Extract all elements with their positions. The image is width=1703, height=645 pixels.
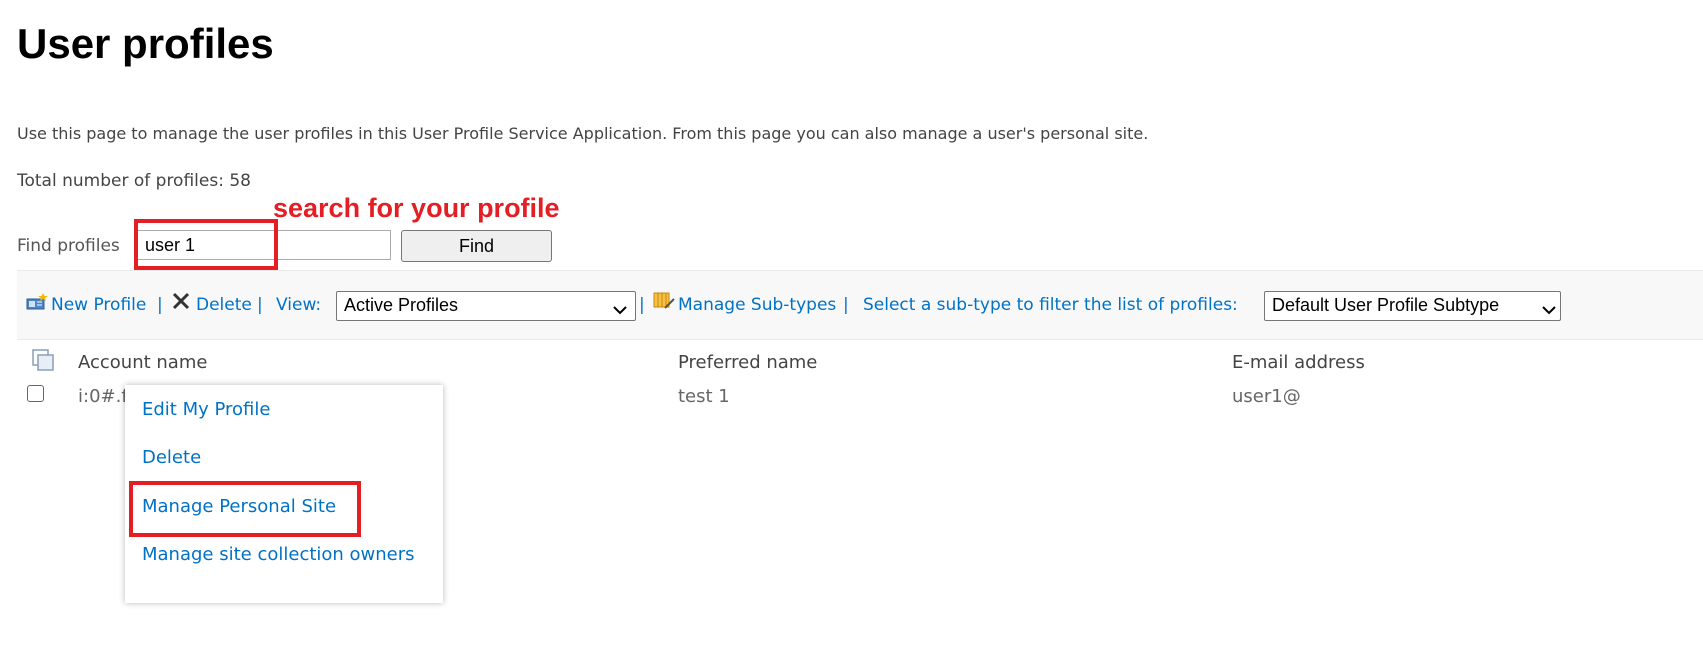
menu-item-manage-site-collection-owners[interactable]: Manage site collection owners [142, 543, 427, 567]
find-profiles-label: Find profiles [17, 236, 120, 256]
subtype-selected-value: Default User Profile Subtype [1272, 295, 1500, 315]
menu-item-edit-my-profile[interactable]: Edit My Profile [142, 398, 427, 422]
row-checkbox[interactable] [27, 385, 44, 402]
delete-link[interactable]: Delete [196, 295, 252, 315]
toolbar-separator: | [157, 295, 163, 315]
subtype-select[interactable]: Default User Profile Subtype [1264, 291, 1561, 321]
find-button[interactable]: Find [401, 230, 552, 262]
delete-x-icon[interactable] [171, 291, 191, 315]
chevron-down-icon [613, 299, 627, 320]
user-profiles-page: User profiles Use this page to manage th… [0, 0, 1703, 645]
new-profile-link[interactable]: New Profile [51, 295, 146, 315]
column-header-email[interactable]: E-mail address [1232, 352, 1365, 373]
view-select[interactable]: Active Profiles [336, 291, 636, 321]
view-selected-value: Active Profiles [344, 295, 459, 315]
search-highlight-box [134, 219, 278, 270]
page-title: User profiles [17, 20, 274, 67]
toolbar-separator: | [257, 295, 263, 315]
manage-subtypes-icon[interactable] [653, 291, 675, 315]
manage-subtypes-link[interactable]: Manage Sub-types [678, 295, 836, 315]
menu-item-delete[interactable]: Delete [142, 446, 427, 470]
toolbar-separator: | [639, 295, 645, 315]
profiles-toolbar: New Profile | Delete | View: Active Prof… [17, 270, 1703, 340]
page-description: Use this page to manage the user profile… [17, 124, 1149, 143]
email-cell: user1@ [1232, 386, 1301, 407]
view-label: View: [276, 295, 322, 315]
manage-personal-site-highlight-box [129, 481, 361, 537]
total-profiles-count: Total number of profiles: 58 [17, 171, 251, 191]
preferred-name-cell: test 1 [678, 386, 730, 407]
toolbar-separator: | [843, 295, 849, 315]
new-profile-icon[interactable] [26, 293, 48, 315]
chevron-down-icon [1542, 299, 1556, 320]
column-header-account[interactable]: Account name [78, 352, 207, 373]
account-name-cell[interactable]: i:0#.f [78, 386, 128, 407]
subtype-filter-label: Select a sub-type to filter the list of … [863, 295, 1238, 315]
column-header-preferred-name[interactable]: Preferred name [678, 352, 817, 373]
select-all-icon[interactable] [31, 348, 55, 376]
search-callout-text: search for your profile [273, 193, 560, 223]
